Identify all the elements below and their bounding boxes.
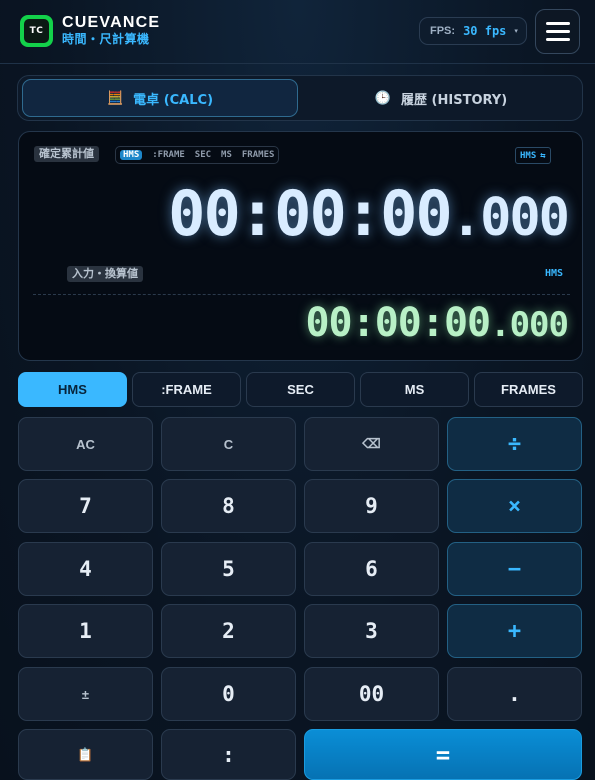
clear-button[interactable]: C [161, 417, 296, 471]
input-time-ms: .000 [490, 305, 569, 345]
time-display: 確定累計値 HMS :FRAME SEC MS FRAMES HMS ⇆ 00:… [18, 131, 583, 361]
brand-subtitle: 時間・尺計算機 [62, 32, 150, 46]
multiply-button[interactable]: × [447, 479, 582, 533]
app-logo: TC [20, 15, 53, 47]
calculator-icon: 🧮 [106, 90, 124, 106]
input-label: 入力・換算値 [67, 266, 143, 282]
swap-icon: ⇆ [540, 150, 546, 161]
main-time-hms: 00:00:00 [168, 177, 453, 250]
tab-history-label: 履歴 (HISTORY) [401, 92, 508, 108]
digit-5-button[interactable]: 5 [161, 542, 296, 596]
fps-value: 30 fps [463, 24, 507, 38]
plus-minus-button[interactable]: ± [18, 667, 153, 721]
equals-button[interactable]: = [304, 729, 582, 780]
digit-9-button[interactable]: 9 [304, 479, 439, 533]
double-zero-button[interactable]: 00 [304, 667, 439, 721]
mode-button-ms[interactable]: MS [360, 372, 469, 407]
divide-button[interactable]: ÷ [447, 417, 582, 471]
main-time-readout: 00:00:00.000 [168, 177, 570, 253]
backspace-icon[interactable]: ⌫ [304, 417, 439, 471]
mode-button-frames[interactable]: FRAMES [474, 372, 583, 407]
input-time-readout: 00:00:00.000 [305, 300, 569, 348]
brand: CUEVANCE 時間・尺計算機 [62, 14, 160, 47]
digit-2-button[interactable]: 2 [161, 604, 296, 658]
accumulated-label: 確定累計値 [34, 146, 99, 162]
digit-0-button[interactable]: 0 [161, 667, 296, 721]
tab-bar: 🧮 電卓 (CALC) 🕒 履歴 (HISTORY) [17, 75, 583, 121]
format-toggle[interactable]: HMS ⇆ [515, 147, 551, 164]
digit-1-button[interactable]: 1 [18, 604, 153, 658]
plus-button[interactable]: + [447, 604, 582, 658]
digit-8-button[interactable]: 8 [161, 479, 296, 533]
display-mode-strip: HMS :FRAME SEC MS FRAMES [115, 146, 280, 164]
menu-button[interactable] [535, 9, 580, 54]
app-header: TC CUEVANCE 時間・尺計算機 FPS: 30 fps ▾ [0, 0, 595, 64]
hamburger-menu-icon [545, 22, 570, 25]
input-time-hms: 00:00:00 [305, 300, 491, 346]
digit-6-button[interactable]: 6 [304, 542, 439, 596]
hamburger-menu-icon [545, 30, 570, 33]
digit-4-button[interactable]: 4 [18, 542, 153, 596]
main-time-ms: .000 [450, 188, 570, 248]
minus-button[interactable]: − [447, 542, 582, 596]
strip-mode-frames: FRAMES [241, 150, 275, 160]
tab-calc-label: 電卓 (CALC) [133, 92, 214, 108]
fps-label: FPS: [430, 25, 456, 37]
tab-calc[interactable]: 🧮 電卓 (CALC) [22, 79, 298, 117]
chevron-down-icon: ▾ [514, 27, 518, 35]
logo-text: TC [24, 19, 49, 43]
input-format-label: HMS [545, 268, 564, 279]
mode-button-sec[interactable]: SEC [246, 372, 355, 407]
clock-icon: 🕒 [374, 90, 392, 106]
tab-history[interactable]: 🕒 履歴 (HISTORY) [304, 79, 578, 117]
digit-3-button[interactable]: 3 [304, 604, 439, 658]
format-tag-label: HMS [520, 150, 537, 161]
strip-mode-ms: MS [221, 150, 232, 160]
strip-mode-frame: :FRAME [152, 150, 185, 160]
decimal-point-button[interactable]: . [447, 667, 582, 721]
mode-button-hms[interactable]: HMS [18, 372, 127, 407]
strip-mode-hms: HMS [120, 150, 143, 160]
colon-button[interactable]: : [161, 729, 296, 780]
fps-selector[interactable]: FPS: 30 fps ▾ [419, 17, 527, 45]
display-divider [33, 294, 570, 295]
mode-button-frame[interactable]: :FRAME [132, 372, 241, 407]
brand-name: CUEVANCE [62, 14, 161, 31]
clipboard-icon[interactable]: 📋 [18, 729, 153, 780]
strip-mode-sec: SEC [194, 150, 212, 160]
all-clear-button[interactable]: AC [18, 417, 153, 471]
digit-7-button[interactable]: 7 [18, 479, 153, 533]
hamburger-menu-icon [545, 38, 570, 41]
